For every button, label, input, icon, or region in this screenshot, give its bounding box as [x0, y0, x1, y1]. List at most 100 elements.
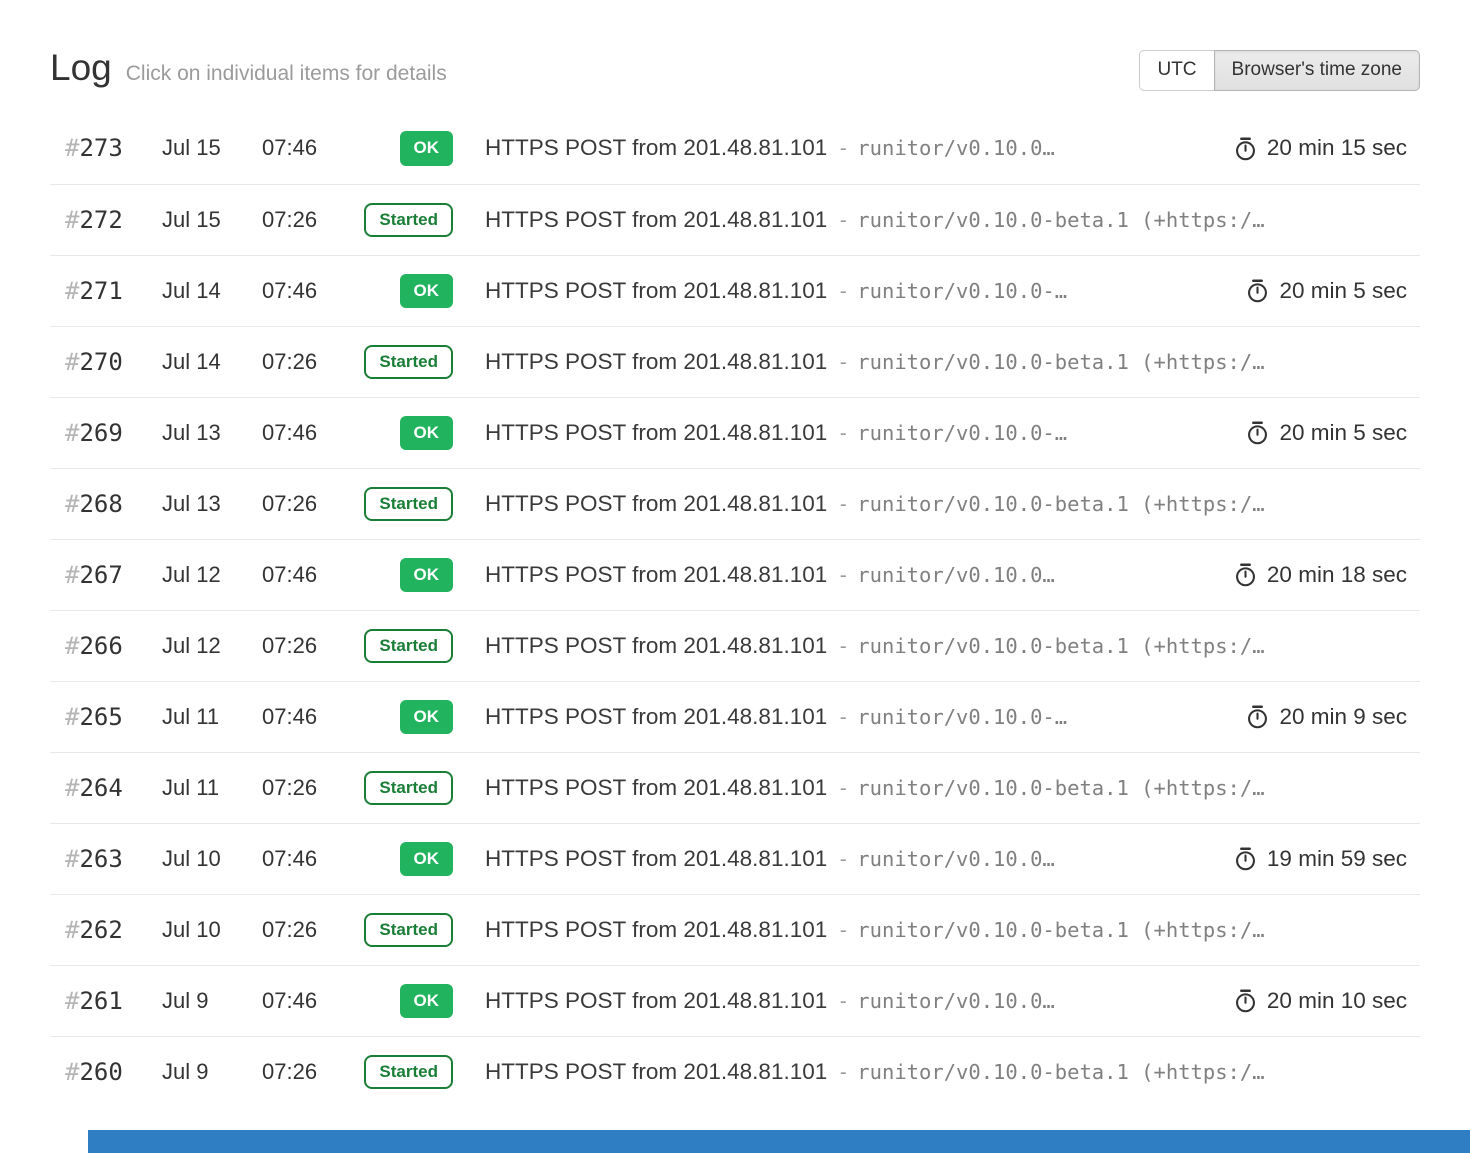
- status-badge-cell: Started: [359, 629, 453, 663]
- event-description: HTTPS POST from 201.48.81.101-runitor/v0…: [485, 207, 1265, 233]
- hash-sign: #: [65, 277, 79, 305]
- event-duration: 20 min 5 sec: [1225, 278, 1407, 304]
- event-time: 07:26: [262, 207, 359, 233]
- event-date: Jul 9: [162, 1059, 262, 1085]
- event-source-text: HTTPS POST from 201.48.81.101: [485, 562, 827, 587]
- hash-sign: #: [65, 1058, 79, 1086]
- user-agent-text: runitor/v0.10.0-beta.1 (+https:/…: [857, 634, 1264, 658]
- event-duration: 19 min 59 sec: [1213, 846, 1407, 872]
- log-row[interactable]: #264 Jul 11 07:26 Started HTTPS POST fro…: [50, 752, 1420, 823]
- event-number-value: 271: [79, 277, 122, 305]
- event-time: 07:46: [262, 846, 359, 872]
- event-number: #268: [65, 490, 162, 518]
- event-source-text: HTTPS POST from 201.48.81.101: [485, 1059, 827, 1084]
- event-number: #273: [65, 134, 162, 162]
- event-number: #265: [65, 703, 162, 731]
- separator-dash: -: [837, 136, 849, 160]
- status-badge-cell: OK: [359, 416, 453, 450]
- hash-sign: #: [65, 845, 79, 873]
- status-badge: OK: [400, 842, 454, 876]
- stopwatch-icon: [1233, 562, 1258, 587]
- status-badge: Started: [364, 345, 453, 379]
- event-date: Jul 15: [162, 135, 262, 161]
- log-row[interactable]: #262 Jul 10 07:26 Started HTTPS POST fro…: [50, 894, 1420, 965]
- separator-dash: -: [837, 705, 849, 729]
- event-time: 07:46: [262, 704, 359, 730]
- status-badge: OK: [400, 700, 454, 734]
- separator-dash: -: [837, 350, 849, 374]
- status-badge: Started: [364, 771, 453, 805]
- log-row[interactable]: #263 Jul 10 07:46 OK HTTPS POST from 201…: [50, 823, 1420, 894]
- stopwatch-icon: [1233, 136, 1258, 161]
- event-number-value: 264: [79, 774, 122, 802]
- log-row[interactable]: #260 Jul 9 07:26 Started HTTPS POST from…: [50, 1036, 1420, 1107]
- event-number: #260: [65, 1058, 162, 1086]
- user-agent-text: runitor/v0.10.0-beta.1 (+https:/…: [857, 350, 1264, 374]
- event-number-value: 261: [79, 987, 122, 1015]
- log-row[interactable]: #265 Jul 11 07:46 OK HTTPS POST from 201…: [50, 681, 1420, 752]
- event-date: Jul 11: [162, 704, 262, 730]
- event-number: #272: [65, 206, 162, 234]
- separator-dash: -: [837, 918, 849, 942]
- log-row[interactable]: #270 Jul 14 07:26 Started HTTPS POST fro…: [50, 326, 1420, 397]
- browser-timezone-button[interactable]: Browser's time zone: [1214, 50, 1420, 91]
- event-source-text: HTTPS POST from 201.48.81.101: [485, 988, 827, 1013]
- event-date: Jul 13: [162, 420, 262, 446]
- event-number: #261: [65, 987, 162, 1015]
- event-date: Jul 14: [162, 278, 262, 304]
- event-date: Jul 13: [162, 491, 262, 517]
- log-row[interactable]: #273 Jul 15 07:46 OK HTTPS POST from 201…: [50, 113, 1420, 184]
- event-number: #270: [65, 348, 162, 376]
- page-title: Log: [50, 48, 112, 89]
- event-number-value: 267: [79, 561, 122, 589]
- event-number: #267: [65, 561, 162, 589]
- stopwatch-icon: [1233, 846, 1258, 871]
- event-duration: 20 min 5 sec: [1225, 420, 1407, 446]
- event-time: 07:46: [262, 420, 359, 446]
- event-number-value: 260: [79, 1058, 122, 1086]
- event-duration: 20 min 18 sec: [1213, 562, 1407, 588]
- status-badge-cell: Started: [359, 487, 453, 521]
- event-duration: 20 min 10 sec: [1213, 988, 1407, 1014]
- duration-text: 20 min 5 sec: [1279, 420, 1407, 446]
- status-badge-cell: OK: [359, 131, 453, 165]
- duration-text: 19 min 59 sec: [1267, 846, 1407, 872]
- event-number: #262: [65, 916, 162, 944]
- log-row[interactable]: #271 Jul 14 07:46 OK HTTPS POST from 201…: [50, 255, 1420, 326]
- duration-text: 20 min 5 sec: [1279, 278, 1407, 304]
- log-row[interactable]: #267 Jul 12 07:46 OK HTTPS POST from 201…: [50, 539, 1420, 610]
- status-badge: OK: [400, 558, 454, 592]
- separator-dash: -: [837, 492, 849, 516]
- event-date: Jul 14: [162, 349, 262, 375]
- user-agent-text: runitor/v0.10.0-…: [857, 279, 1067, 303]
- status-badge: Started: [364, 913, 453, 947]
- event-duration: 20 min 9 sec: [1225, 704, 1407, 730]
- event-description: HTTPS POST from 201.48.81.101-runitor/v0…: [485, 988, 1055, 1014]
- status-badge: OK: [400, 131, 454, 165]
- status-badge: Started: [364, 487, 453, 521]
- event-description: HTTPS POST from 201.48.81.101-runitor/v0…: [485, 846, 1055, 872]
- event-time: 07:46: [262, 135, 359, 161]
- event-description: HTTPS POST from 201.48.81.101-runitor/v0…: [485, 775, 1265, 801]
- event-description: HTTPS POST from 201.48.81.101-runitor/v0…: [485, 917, 1265, 943]
- event-time: 07:46: [262, 562, 359, 588]
- status-badge: OK: [400, 416, 454, 450]
- title-wrap: Log Click on individual items for detail…: [50, 48, 447, 89]
- log-row[interactable]: #266 Jul 12 07:26 Started HTTPS POST fro…: [50, 610, 1420, 681]
- event-source-text: HTTPS POST from 201.48.81.101: [485, 420, 827, 445]
- separator-dash: -: [837, 208, 849, 232]
- event-number-value: 269: [79, 419, 122, 447]
- status-badge-cell: Started: [359, 345, 453, 379]
- log-row[interactable]: #269 Jul 13 07:46 OK HTTPS POST from 201…: [50, 397, 1420, 468]
- stopwatch-icon: [1245, 420, 1270, 445]
- log-row[interactable]: #272 Jul 15 07:26 Started HTTPS POST fro…: [50, 184, 1420, 255]
- stopwatch-icon: [1233, 988, 1258, 1013]
- utc-button[interactable]: UTC: [1139, 50, 1214, 91]
- separator-dash: -: [837, 1060, 849, 1084]
- log-row[interactable]: #268 Jul 13 07:26 Started HTTPS POST fro…: [50, 468, 1420, 539]
- separator-dash: -: [837, 634, 849, 658]
- log-row[interactable]: #261 Jul 9 07:46 OK HTTPS POST from 201.…: [50, 965, 1420, 1036]
- event-source-text: HTTPS POST from 201.48.81.101: [485, 775, 827, 800]
- status-badge-cell: Started: [359, 1055, 453, 1089]
- user-agent-text: runitor/v0.10.0…: [857, 989, 1054, 1013]
